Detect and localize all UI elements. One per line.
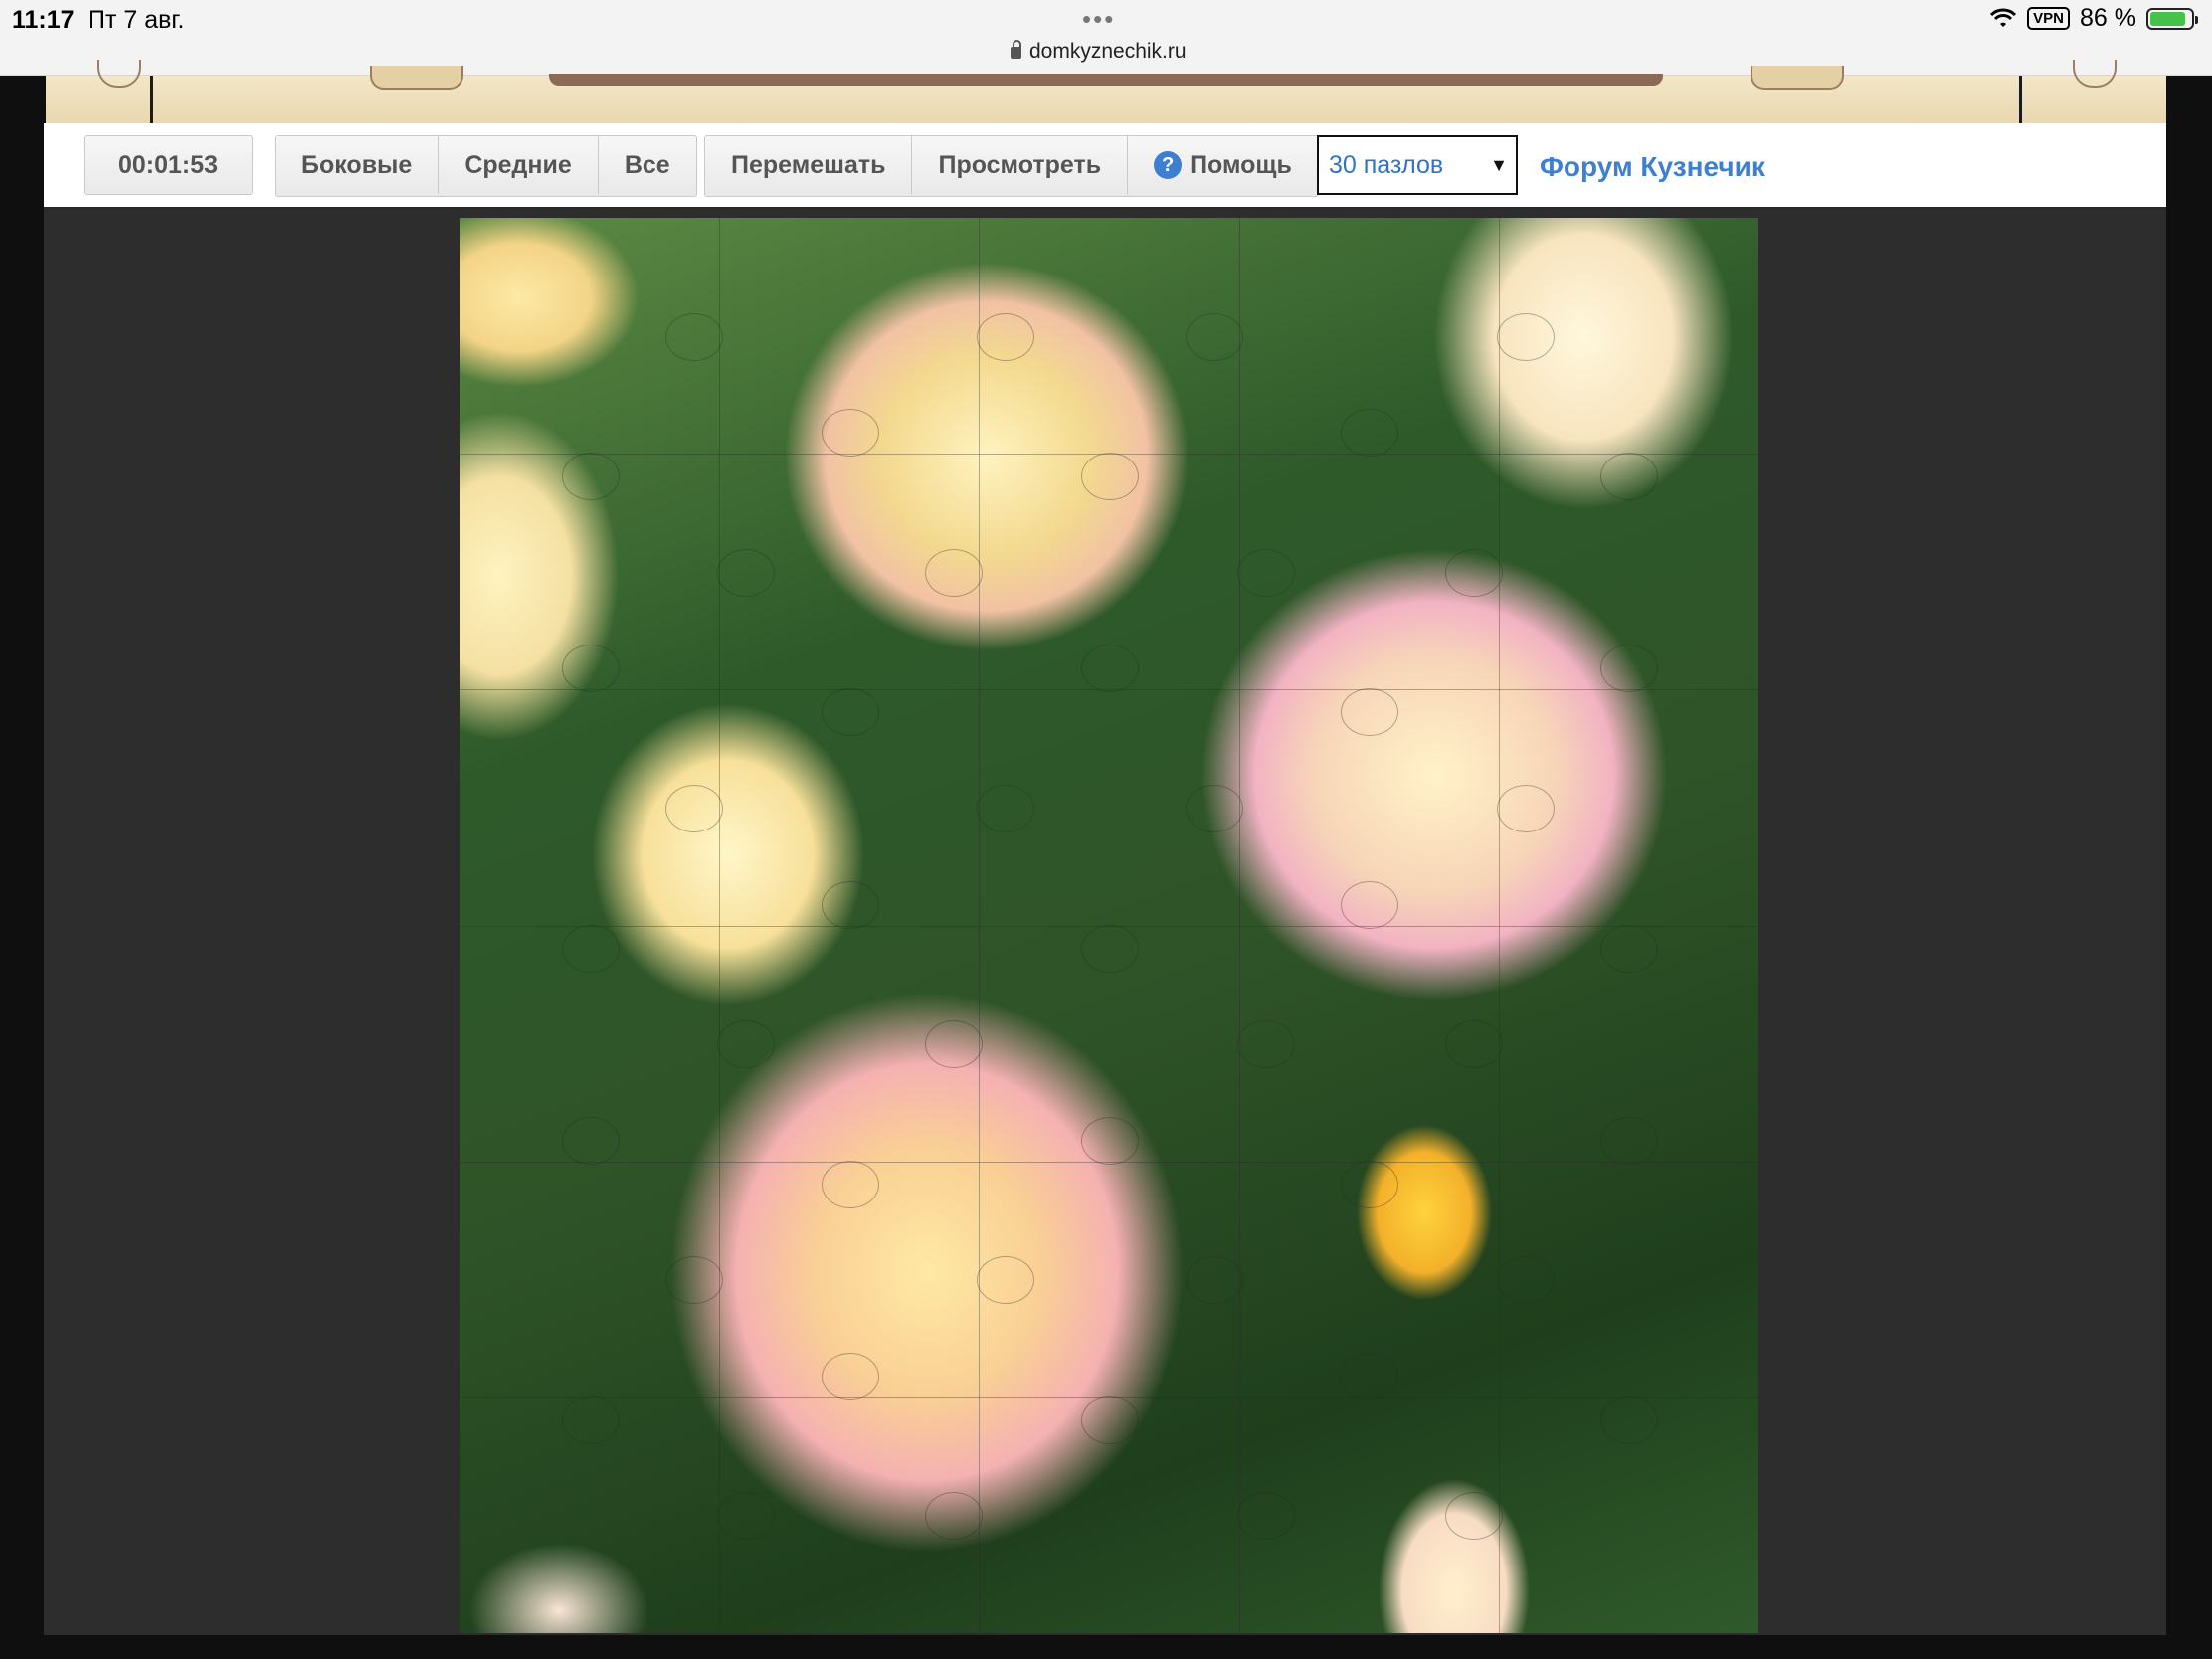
status-bar: 11:17 Пт 7 авг. ••• domkyznechik.ru VPN … [0, 0, 2212, 76]
decorative-knob [1751, 66, 1844, 90]
forum-link[interactable]: Форум Кузнечик [1540, 151, 1765, 183]
help-button[interactable]: ? Помощь [1128, 136, 1318, 194]
piece-tab [561, 1116, 620, 1165]
url-text: domkyznechik.ru [1029, 40, 1187, 63]
puzzle-board[interactable] [460, 218, 1758, 1633]
pieces-count-select[interactable]: 30 пазлов ▼ [1317, 135, 1518, 195]
lock-icon [1011, 40, 1021, 59]
decorative-bar [549, 74, 1663, 86]
piece-tab [925, 1020, 984, 1069]
edge-pieces-button[interactable]: Боковые [276, 136, 440, 194]
piece-tab [1081, 924, 1139, 973]
piece-tab [1600, 1116, 1659, 1165]
piece-tab [1341, 1160, 1399, 1208]
piece-tab [665, 784, 724, 832]
piece-tab [1236, 1020, 1295, 1069]
piece-tab [821, 688, 879, 737]
pieces-count-value: 30 пазлов [1329, 150, 1444, 179]
piece-tab [717, 1492, 776, 1541]
piece-tab [1081, 645, 1139, 693]
piece-tab [977, 1256, 1035, 1305]
piece-tab [561, 453, 620, 501]
piece-tab [1185, 312, 1243, 361]
wifi-icon [1990, 8, 2017, 27]
decorative-knob [370, 66, 463, 90]
piece-tab [665, 1256, 724, 1305]
piece-tab [717, 1020, 776, 1069]
shuffle-button[interactable]: Перемешать [705, 136, 913, 194]
piece-tab [925, 548, 984, 597]
multitask-dots-icon[interactable]: ••• [1082, 4, 1115, 35]
piece-tab [1236, 548, 1295, 597]
piece-tab [1444, 1020, 1503, 1069]
piece-tab [561, 1395, 620, 1444]
piece-tab [1600, 924, 1659, 973]
piece-tab [561, 645, 620, 693]
action-button-group: Перемешать Просмотреть ? Помощь [704, 135, 1319, 197]
piece-tab [925, 1492, 984, 1541]
help-label: Помощь [1190, 150, 1292, 179]
dropdown-arrow-icon: ▼ [1490, 155, 1508, 175]
piece-tab [1081, 1395, 1139, 1444]
status-time: 11:17 [12, 6, 75, 34]
piece-tab [1341, 1352, 1399, 1400]
status-date: Пт 7 авг. [88, 6, 185, 34]
piece-tab [1600, 1395, 1659, 1444]
piece-tab [821, 409, 879, 458]
piece-tab [977, 784, 1035, 832]
timer-display: 00:01:53 [84, 135, 253, 195]
piece-tab [821, 880, 879, 929]
piece-tab [821, 1160, 879, 1208]
puzzle-toolbar: 00:01:53 Боковые Средние Все Перемешать … [44, 123, 2166, 210]
piece-tab [1444, 548, 1503, 597]
piece-tab [1341, 880, 1399, 929]
piece-tab [665, 312, 724, 361]
piece-tab [1444, 1492, 1503, 1541]
piece-tab [821, 1352, 879, 1400]
battery-icon [2146, 7, 2198, 30]
piece-tab [1496, 1256, 1555, 1305]
piece-tab [1081, 1116, 1139, 1165]
piece-tab [1236, 1492, 1295, 1541]
piece-tab [561, 924, 620, 973]
piece-tab [1185, 1256, 1243, 1305]
address-bar[interactable]: domkyznechik.ru [1011, 40, 1187, 64]
piece-tab [1185, 784, 1243, 832]
piece-tab [1341, 409, 1399, 458]
status-indicators: VPN 86 % [1989, 4, 2198, 33]
piece-tab [1496, 784, 1555, 832]
piece-tab [1341, 688, 1399, 737]
piece-tab [1600, 453, 1659, 501]
battery-percent: 86 % [2080, 4, 2136, 32]
piece-tab [977, 312, 1035, 361]
piece-tab [717, 548, 776, 597]
filter-button-group: Боковые Средние Все [275, 135, 697, 197]
piece-tab [1081, 453, 1139, 501]
piece-tab [1496, 312, 1555, 361]
preview-button[interactable]: Просмотреть [912, 136, 1129, 194]
help-icon: ? [1154, 151, 1183, 179]
piece-tab [1600, 645, 1659, 693]
vpn-badge: VPN [2027, 7, 2071, 30]
all-pieces-button[interactable]: Все [599, 136, 696, 194]
middle-pieces-button[interactable]: Средние [439, 136, 599, 194]
